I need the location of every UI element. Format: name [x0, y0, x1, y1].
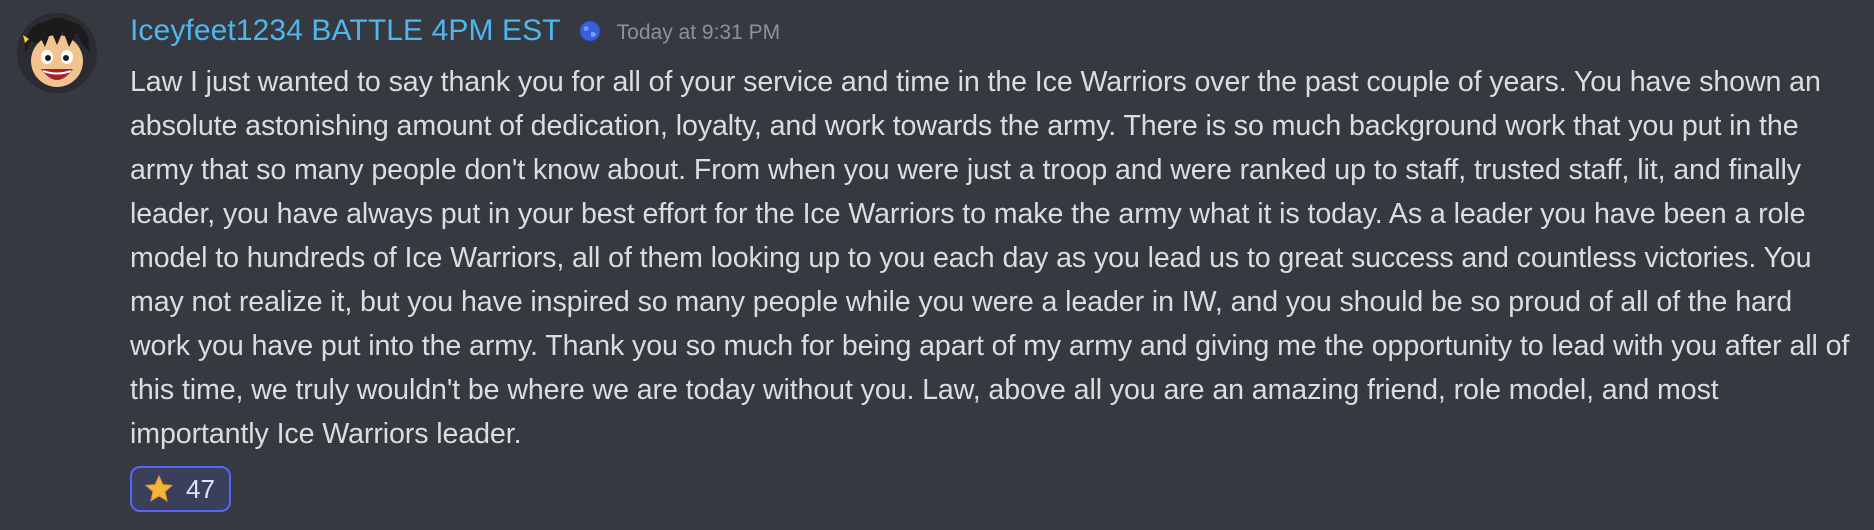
- star-icon: [144, 474, 174, 504]
- user-avatar[interactable]: [17, 13, 97, 93]
- message-text: Law I just wanted to say thank you for a…: [130, 66, 1850, 450]
- avatar-image: [17, 13, 97, 93]
- globe-icon: [579, 20, 601, 42]
- message-header: Iceyfeet1234 BATTLE 4PM EST Today at 9:3…: [130, 8, 1850, 54]
- reactions-bar: 47: [130, 466, 1850, 512]
- message-content: Iceyfeet1234 BATTLE 4PM EST Today at 9:3…: [130, 8, 1850, 512]
- author-username[interactable]: Iceyfeet1234 BATTLE 4PM EST: [130, 14, 561, 48]
- reaction-star-button[interactable]: 47: [130, 466, 231, 512]
- message-timestamp[interactable]: Today at 9:31 PM: [617, 21, 780, 45]
- chat-message: Iceyfeet1234 BATTLE 4PM EST Today at 9:3…: [0, 0, 1874, 530]
- reaction-count: 47: [186, 473, 215, 504]
